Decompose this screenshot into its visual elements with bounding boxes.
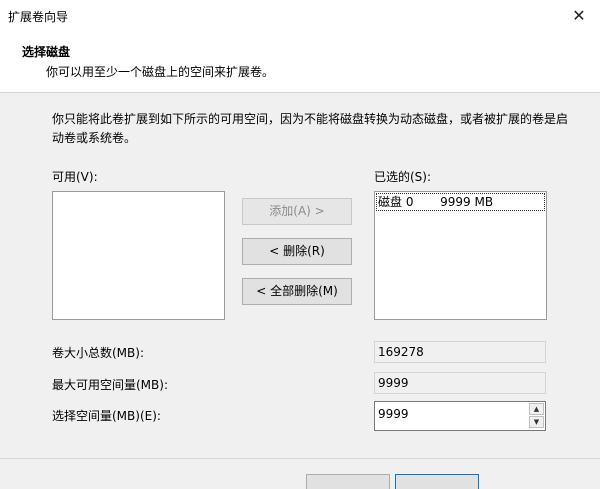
back-button[interactable] [306,474,390,489]
total-size-field: 169278 [374,341,546,363]
disk-size: 9999 MB [440,195,494,209]
list-item-disk-0[interactable]: 磁盘 0 9999 MB [376,193,545,211]
next-button[interactable] [395,474,479,489]
disk-name: 磁盘 0 [378,195,414,209]
page-subtitle: 你可以用至少一个磁盘上的空间来扩展卷。 [46,65,275,79]
chevron-up-icon[interactable]: ▲ [529,403,544,415]
selected-label: 已选的(S): [374,170,432,184]
select-space-stepper[interactable]: 9999 ▲ ▼ [374,401,546,431]
close-icon: ✕ [572,6,586,25]
select-space-label: 选择空间量(MB)(E): [52,409,161,423]
available-label: 可用(V): [52,170,98,184]
wizard-footer [0,458,600,489]
page-title: 选择磁盘 [22,45,71,59]
select-space-value: 9999 [378,407,409,421]
close-button[interactable]: ✕ [564,2,594,30]
available-listbox[interactable] [52,191,225,320]
selected-listbox[interactable]: 磁盘 0 9999 MB [374,191,547,320]
total-size-label: 卷大小总数(MB): [52,346,144,360]
max-space-field: 9999 [374,372,546,394]
add-button[interactable]: 添加(A) > [242,198,352,225]
spin-buttons: ▲ ▼ [529,403,544,429]
title-bar: 扩展卷向导 ✕ [0,0,600,32]
wizard-header: 选择磁盘 你可以用至少一个磁盘上的空间来扩展卷。 [0,32,600,93]
description-text: 你只能将此卷扩展到如下所示的可用空间，因为不能将磁盘转换为动态磁盘，或者被扩展的… [52,112,569,145]
remove-button[interactable]: < 删除(R) [242,238,352,265]
window-title: 扩展卷向导 [8,10,69,24]
max-space-label: 最大可用空间量(MB): [52,378,168,392]
remove-all-button[interactable]: < 全部删除(M) [242,278,352,305]
chevron-down-icon[interactable]: ▼ [529,416,544,428]
